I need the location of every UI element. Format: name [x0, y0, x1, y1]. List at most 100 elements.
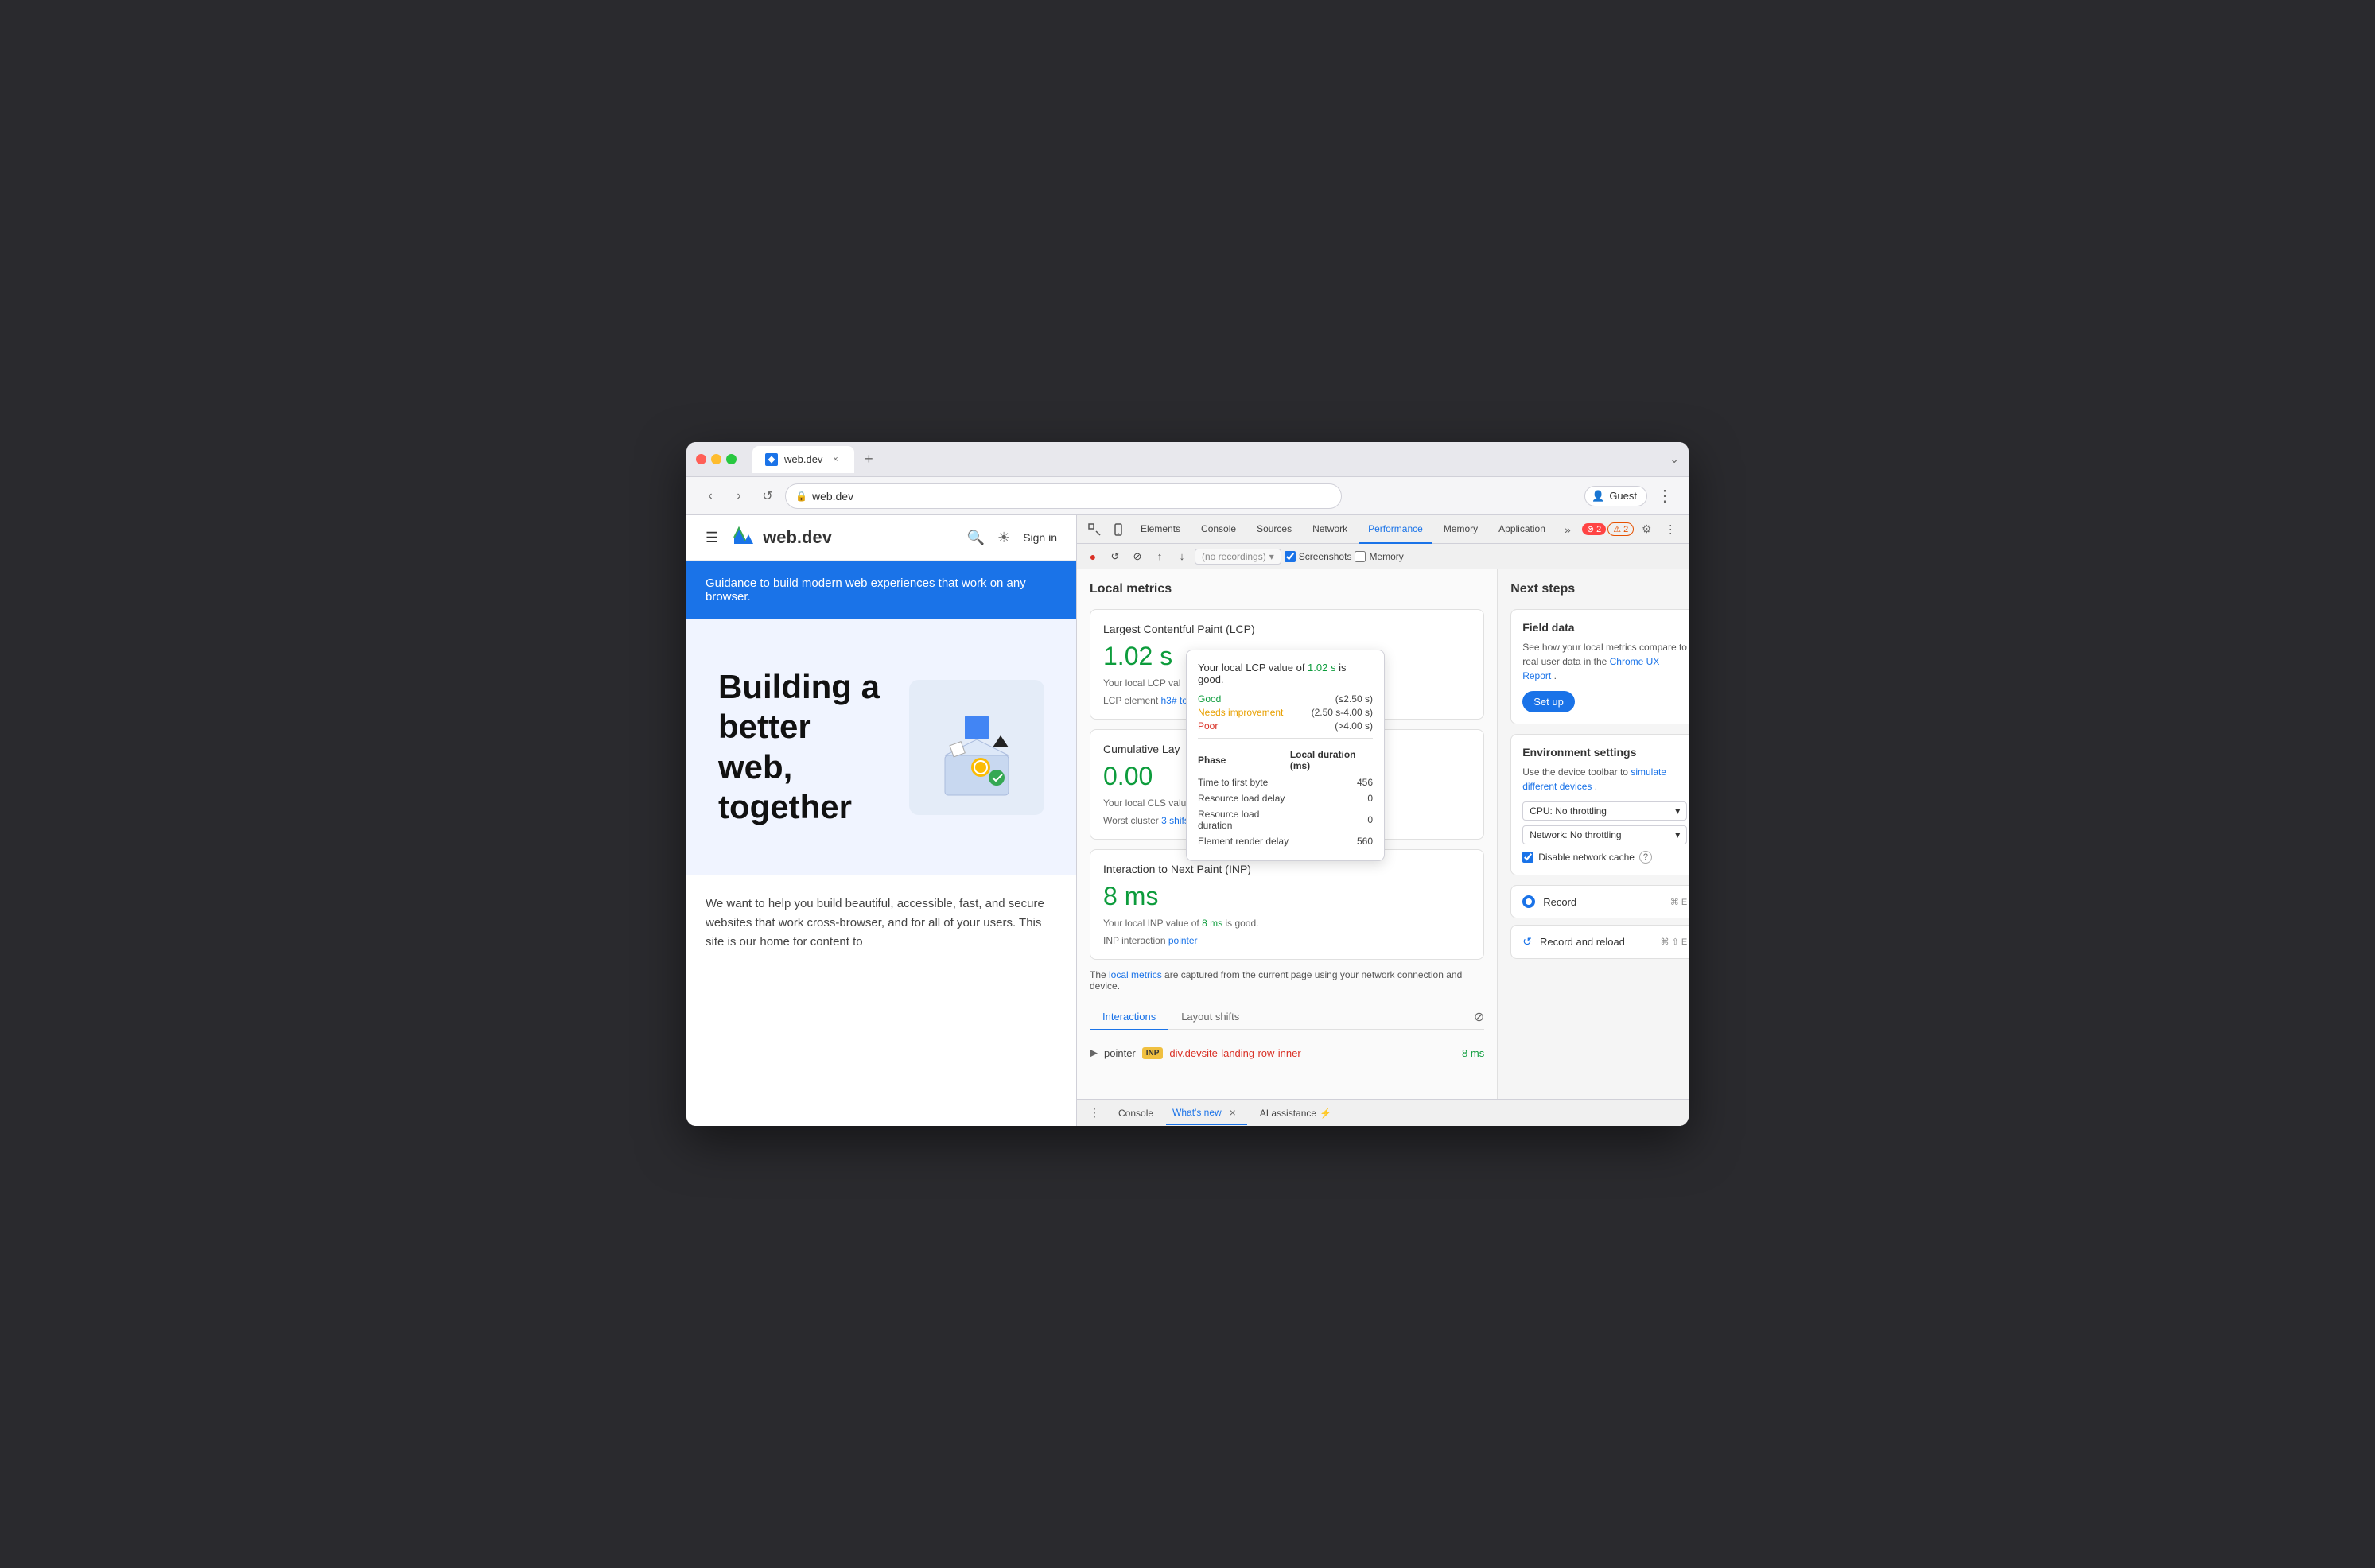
tab-memory[interactable]: Memory [1434, 515, 1487, 544]
device-toolbar-button[interactable] [1107, 518, 1129, 541]
signin-button[interactable]: Sign in [1023, 531, 1057, 544]
guest-button[interactable]: 👤 Guest [1584, 486, 1647, 506]
inspect-element-button[interactable] [1083, 518, 1106, 541]
inp-interaction: INP interaction pointer [1103, 935, 1471, 946]
forward-button[interactable]: › [728, 485, 750, 507]
tab-favicon [765, 453, 778, 466]
setup-button[interactable]: Set up [1522, 691, 1575, 712]
tooltip-duration: 0 [1290, 790, 1373, 806]
network-throttle-label: Network: No throttling [1530, 829, 1621, 840]
address-right: 👤 Guest ⋮ [1584, 485, 1676, 507]
next-steps-panel: Next steps Field data See how your local… [1497, 569, 1689, 1099]
expand-arrow-icon[interactable]: ▶ [1090, 1046, 1098, 1059]
devtools-content: Local metrics Largest Contentful Paint (… [1077, 569, 1689, 1099]
record-reload-shortcut: ⌘ ⇧ E [1661, 937, 1688, 947]
record-reload-button-panel[interactable]: ↺ Record and reload ⌘ ⇧ E [1510, 925, 1689, 959]
interactions-tabs: Interactions Layout shifts ⊘ [1090, 1004, 1484, 1030]
hero-illustration [909, 680, 1044, 815]
tooltip-poor-range: (>4.00 s) [1335, 720, 1373, 732]
interaction-time: 8 ms [1462, 1047, 1484, 1059]
bottom-more-button[interactable]: ⋮ [1083, 1102, 1106, 1124]
screenshots-checkbox[interactable] [1285, 551, 1296, 562]
cpu-throttle-select[interactable]: CPU: No throttling ▾ [1522, 801, 1687, 821]
next-steps-title: Next steps [1510, 582, 1689, 596]
tab-network[interactable]: Network [1303, 515, 1357, 544]
bottom-tab-console[interactable]: Console [1112, 1104, 1160, 1122]
more-tabs-button[interactable]: » [1557, 518, 1579, 541]
tooltip-phase: Element render delay [1198, 833, 1290, 849]
close-traffic-light[interactable] [696, 454, 706, 464]
record-button[interactable]: ● [1083, 547, 1102, 566]
record-button-panel[interactable]: Record ⌘ E [1510, 885, 1689, 918]
browser-more-button[interactable]: ⋮ [1654, 485, 1676, 507]
record-label: Record [1543, 896, 1662, 908]
reload-button[interactable]: ↺ [756, 485, 779, 507]
inp-interaction-link[interactable]: pointer [1168, 935, 1198, 946]
hamburger-icon[interactable]: ☰ [706, 530, 718, 546]
whats-new-close-button[interactable]: × [1225, 1104, 1241, 1120]
minimize-traffic-light[interactable] [711, 454, 721, 464]
filter-icon[interactable]: ⊘ [1474, 1009, 1484, 1025]
tab-application[interactable]: Application [1489, 515, 1555, 544]
search-icon[interactable]: 🔍 [967, 530, 985, 546]
back-button[interactable]: ‹ [699, 485, 721, 507]
record-shortcut: ⌘ E [1670, 897, 1687, 907]
env-settings-card: Environment settings Use the device tool… [1510, 734, 1689, 875]
bottom-tab-ai[interactable]: AI assistance ⚡ [1254, 1104, 1338, 1122]
tooltip-duration: 560 [1290, 833, 1373, 849]
upload-button[interactable]: ↑ [1150, 547, 1169, 566]
tooltip-phase: Time to first byte [1198, 774, 1290, 791]
devtools-close-button[interactable]: × [1683, 518, 1689, 541]
disable-cache-checkbox[interactable] [1522, 852, 1533, 863]
tab-console[interactable]: Console [1191, 515, 1246, 544]
inp-value: 8 ms [1103, 882, 1471, 911]
local-metrics-link[interactable]: local metrics [1109, 969, 1162, 980]
active-tab[interactable]: web.dev × [752, 446, 854, 473]
download-button[interactable]: ↓ [1172, 547, 1191, 566]
screenshots-checkbox-group: Screenshots [1285, 551, 1352, 562]
performance-panel: Local metrics Largest Contentful Paint (… [1077, 569, 1497, 1099]
lcp-tooltip: Your local LCP value of 1.02 s is good. … [1186, 650, 1385, 861]
memory-label: Memory [1369, 551, 1403, 562]
tab-interactions[interactable]: Interactions [1090, 1004, 1168, 1030]
tooltip-divider [1198, 738, 1373, 739]
dropdown-arrow-icon: ▾ [1269, 551, 1274, 562]
tab-elements[interactable]: Elements [1131, 515, 1190, 544]
tab-performance[interactable]: Performance [1359, 515, 1432, 544]
interaction-element[interactable]: div.devsite-landing-row-inner [1169, 1047, 1456, 1059]
tab-layout-shifts[interactable]: Layout shifts [1168, 1004, 1252, 1030]
disable-cache-label: Disable network cache [1538, 852, 1635, 863]
recordings-select[interactable]: (no recordings) ▾ [1195, 549, 1281, 565]
tooltip-duration: 456 [1290, 774, 1373, 791]
maximize-traffic-light[interactable] [726, 454, 737, 464]
hero-text-area: Building a better web, together [718, 667, 893, 828]
browser-window: web.dev × + ⌄ ‹ › ↺ 🔒 web.dev 👤 Guest ⋮ [686, 442, 1689, 1126]
settings-button[interactable]: ⚙ [1635, 518, 1658, 541]
ai-icon: ⚡ [1320, 1108, 1331, 1119]
tooltip-phase: Resource load delay [1198, 790, 1290, 806]
memory-checkbox[interactable] [1355, 551, 1366, 562]
inp-card: Interaction to Next Paint (INP) 8 ms You… [1090, 849, 1484, 960]
devtools-more-button[interactable]: ⋮ [1659, 518, 1681, 541]
url-bar[interactable]: 🔒 web.dev [785, 483, 1342, 509]
tab-close-button[interactable]: × [829, 453, 842, 466]
theme-icon[interactable]: ☀ [997, 530, 1010, 546]
devtools-subtoolbar: ● ↺ ⊘ ↑ ↓ (no recordings) ▾ Screenshots … [1077, 544, 1689, 569]
clear-button[interactable]: ⊘ [1128, 547, 1147, 566]
webpage-header: Guidance to build modern web experiences… [686, 561, 1076, 619]
disable-cache-row: Disable network cache ? [1522, 851, 1687, 864]
logo-text: web.dev [763, 527, 832, 548]
bottom-tab-whats-new[interactable]: What's new × [1166, 1101, 1247, 1125]
help-icon[interactable]: ? [1639, 851, 1652, 864]
tab-title: web.dev [784, 453, 822, 465]
network-throttle-select[interactable]: Network: No throttling ▾ [1522, 825, 1687, 844]
tab-sources[interactable]: Sources [1247, 515, 1301, 544]
bottom-whats-new-label: What's new [1172, 1107, 1222, 1118]
new-tab-button[interactable]: + [857, 448, 880, 471]
local-metrics-title: Local metrics [1090, 582, 1484, 596]
error-count: 2 [1596, 525, 1601, 534]
lcp-element-ref[interactable]: h3# [1161, 695, 1177, 706]
reload-record-button[interactable]: ↺ [1106, 547, 1125, 566]
title-bar: web.dev × + ⌄ [686, 442, 1689, 477]
cls-cluster-link[interactable]: 3 shifs [1161, 815, 1189, 826]
